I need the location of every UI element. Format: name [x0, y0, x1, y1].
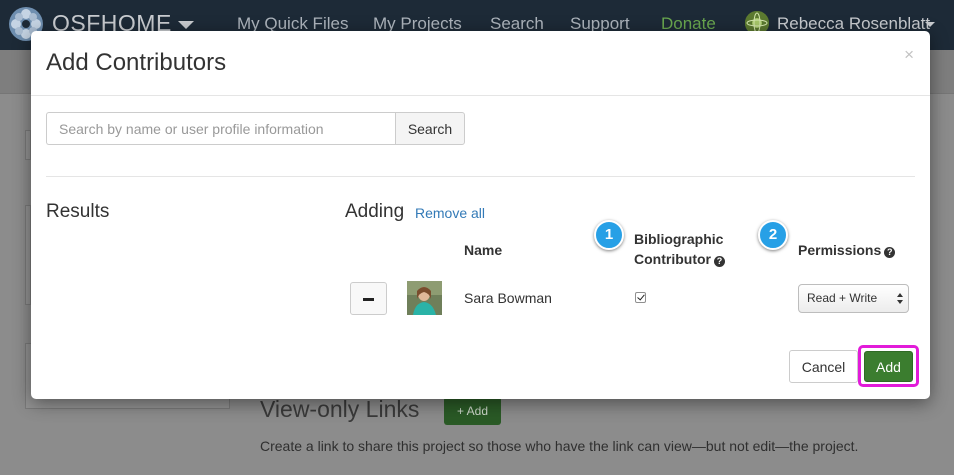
bibliographic-checkbox[interactable] [635, 292, 646, 303]
step-badge-2: 2 [758, 220, 788, 250]
divider [46, 176, 915, 177]
cancel-button[interactable]: Cancel [789, 350, 858, 383]
modal-header: Add Contributors × [31, 31, 930, 96]
help-icon[interactable]: ? [884, 247, 896, 258]
step-badge-1: 1 [594, 220, 624, 250]
help-icon[interactable]: ? [713, 256, 725, 267]
brand-caret-icon[interactable] [178, 21, 194, 29]
view-only-add-button[interactable]: + Add [444, 397, 501, 425]
close-icon[interactable]: × [904, 45, 914, 65]
view-only-links-description: Create a link to share this project so t… [260, 438, 859, 454]
view-only-links-title: View-only Links [260, 396, 420, 422]
name-column-header: Name [464, 242, 503, 258]
adding-heading: Adding [345, 201, 405, 222]
remove-contributor-button[interactable] [350, 282, 387, 315]
remove-all-link[interactable]: Remove all [415, 205, 485, 221]
select-arrows-icon [897, 293, 903, 305]
bibliographic-header-line2: Contributor [634, 251, 711, 267]
permission-select[interactable]: Read + Write [798, 284, 909, 313]
add-button[interactable]: Add [864, 351, 913, 382]
permissions-header-label: Permissions [798, 242, 882, 258]
permission-selected-value: Read + Write [807, 291, 878, 305]
results-heading: Results [46, 201, 110, 222]
bibliographic-column-header: Bibliographic Contributor? [634, 229, 725, 269]
contributor-avatar [407, 281, 442, 315]
search-button[interactable]: Search [395, 112, 465, 145]
contributor-search-input[interactable] [46, 112, 396, 145]
add-contributors-modal: Add Contributors × Search Results Adding… [31, 31, 930, 399]
contributor-name: Sara Bowman [464, 290, 552, 306]
modal-title: Add Contributors [46, 49, 227, 76]
permissions-column-header: Permissions? [798, 240, 896, 260]
user-menu-caret-icon[interactable] [925, 22, 935, 27]
bibliographic-header-line1: Bibliographic [634, 231, 724, 247]
